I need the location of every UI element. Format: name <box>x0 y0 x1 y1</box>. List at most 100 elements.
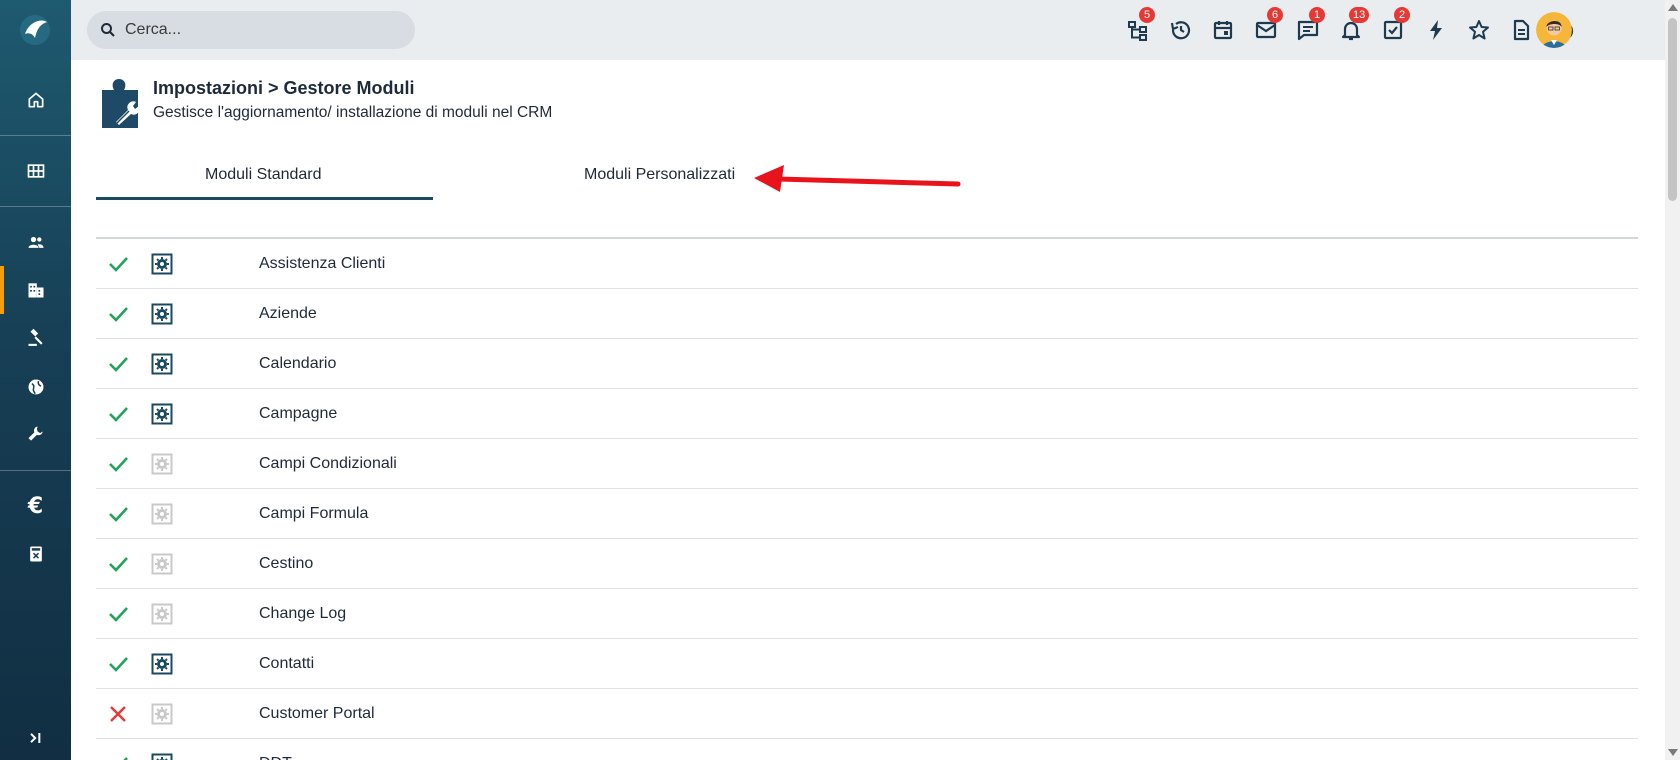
sidebar-item-web[interactable] <box>0 367 71 407</box>
expand-sidebar-icon <box>29 733 40 743</box>
checkmark-icon[interactable] <box>107 403 129 425</box>
module-name: Campagne <box>259 405 338 422</box>
table-row: Campi Condizionali <box>96 439 1638 489</box>
settings-gear-icon[interactable] <box>151 353 173 375</box>
checkmark-icon[interactable] <box>107 603 129 625</box>
euro-icon: € <box>27 493 44 519</box>
sidebar-expand-button[interactable] <box>0 718 71 758</box>
tab-custom-modules[interactable]: Moduli Personalizzati <box>584 166 735 184</box>
sidebar-item-companies[interactable] <box>0 266 71 314</box>
module-name: Change Log <box>259 605 347 622</box>
chat-button[interactable]: 1 <box>1296 7 1325 42</box>
checkmark-icon[interactable] <box>107 503 129 525</box>
calculator-icon <box>29 546 42 562</box>
wrench-icon <box>28 426 43 441</box>
sidebar-item-legal[interactable] <box>0 318 71 358</box>
tasks-badge: 2 <box>1394 7 1410 23</box>
active-tab-indicator <box>96 197 433 200</box>
scroll-up-icon[interactable] <box>1668 4 1678 11</box>
settings-gear-icon[interactable] <box>151 753 173 760</box>
settings-gear-icon <box>151 503 173 525</box>
sidebar-item-finance[interactable]: € <box>0 486 71 526</box>
table-row: Contatti <box>96 639 1638 689</box>
module-name: Campi Formula <box>259 505 369 522</box>
table-row: Change Log <box>96 589 1638 639</box>
checkmark-icon[interactable] <box>107 253 129 275</box>
scroll-down-icon[interactable] <box>1668 749 1678 756</box>
module-name: Cestino <box>259 555 314 572</box>
checkmark-icon[interactable] <box>107 753 129 760</box>
module-manager-icon <box>102 79 140 128</box>
calendar-button[interactable] <box>1211 18 1235 42</box>
module-name: Customer Portal <box>259 705 375 722</box>
cross-icon[interactable] <box>107 703 129 725</box>
table-row: Calendario <box>96 339 1638 389</box>
history-button[interactable] <box>1169 18 1193 42</box>
people-icon <box>28 236 43 248</box>
module-name: Campi Condizionali <box>259 455 397 472</box>
sidebar-item-apps[interactable] <box>0 151 71 191</box>
checkmark-icon[interactable] <box>107 453 129 475</box>
calendar-icon <box>1213 21 1233 40</box>
notifications-button[interactable]: 13 <box>1339 7 1370 42</box>
app-logo-icon[interactable] <box>17 12 53 48</box>
user-avatar[interactable] <box>1536 12 1572 48</box>
history-icon <box>1170 21 1191 40</box>
settings-gear-icon <box>151 553 173 575</box>
scrollbar-thumb[interactable] <box>1668 18 1677 201</box>
table-row: Aziende <box>96 289 1638 339</box>
tab-standard-modules[interactable]: Moduli Standard <box>205 166 322 184</box>
sidebar-item-contacts[interactable] <box>0 222 71 262</box>
sidebar-divider <box>0 470 71 471</box>
search-input[interactable] <box>125 21 395 39</box>
sidebar-divider <box>0 206 71 207</box>
table-row: Cestino <box>96 539 1638 589</box>
sidebar-item-calculator[interactable] <box>0 534 71 574</box>
chat-badge: 1 <box>1309 7 1325 23</box>
mail-button[interactable]: 6 <box>1254 7 1283 42</box>
module-name: Aziende <box>259 305 317 322</box>
hierarchy-button[interactable]: 5 <box>1126 7 1155 42</box>
documents-button[interactable] <box>1509 18 1533 42</box>
sidebar: € <box>0 0 71 760</box>
settings-gear-icon <box>151 703 173 725</box>
notifications-badge: 13 <box>1349 7 1370 23</box>
settings-gear-icon[interactable] <box>151 653 173 675</box>
mail-badge: 6 <box>1267 7 1283 23</box>
page-subtitle: Gestisce l'aggiornamento/ installazione … <box>153 104 553 121</box>
checkmark-icon[interactable] <box>107 553 129 575</box>
user-avatar-icon <box>1536 12 1572 48</box>
sidebar-divider <box>0 135 71 136</box>
search-box <box>87 11 415 49</box>
settings-gear-icon[interactable] <box>151 303 173 325</box>
page-scrollbar[interactable] <box>1665 0 1680 760</box>
star-icon <box>1469 20 1489 40</box>
checkmark-icon[interactable] <box>107 353 129 375</box>
search-icon <box>101 23 115 37</box>
checkmark-icon[interactable] <box>107 303 129 325</box>
lightning-icon <box>1430 20 1442 40</box>
checkmark-icon[interactable] <box>107 653 129 675</box>
annotation-arrow-icon <box>754 165 961 192</box>
table-row: DDT <box>96 739 1638 760</box>
app-window: € 5 6 1 13 2 <box>0 0 1680 760</box>
table-row: Campi Formula <box>96 489 1638 539</box>
grid-icon <box>27 164 44 178</box>
sidebar-item-home[interactable] <box>0 80 71 120</box>
quick-actions-button[interactable] <box>1424 18 1448 42</box>
settings-gear-icon[interactable] <box>151 403 173 425</box>
table-row: Campagne <box>96 389 1638 439</box>
sidebar-item-tools[interactable] <box>0 414 71 454</box>
settings-gear-icon <box>151 603 173 625</box>
hierarchy-badge: 5 <box>1139 7 1155 23</box>
tasks-button[interactable]: 2 <box>1381 7 1410 42</box>
module-name: DDT <box>259 755 292 760</box>
module-name: Contatti <box>259 655 315 672</box>
favorites-button[interactable] <box>1467 18 1491 42</box>
table-row: Customer Portal <box>96 689 1638 739</box>
document-icon <box>1513 19 1530 41</box>
settings-gear-icon[interactable] <box>151 253 173 275</box>
module-name: Assistenza Clienti <box>259 255 386 272</box>
table-row: Assistenza Clienti <box>96 239 1638 289</box>
gavel-icon <box>28 328 43 346</box>
